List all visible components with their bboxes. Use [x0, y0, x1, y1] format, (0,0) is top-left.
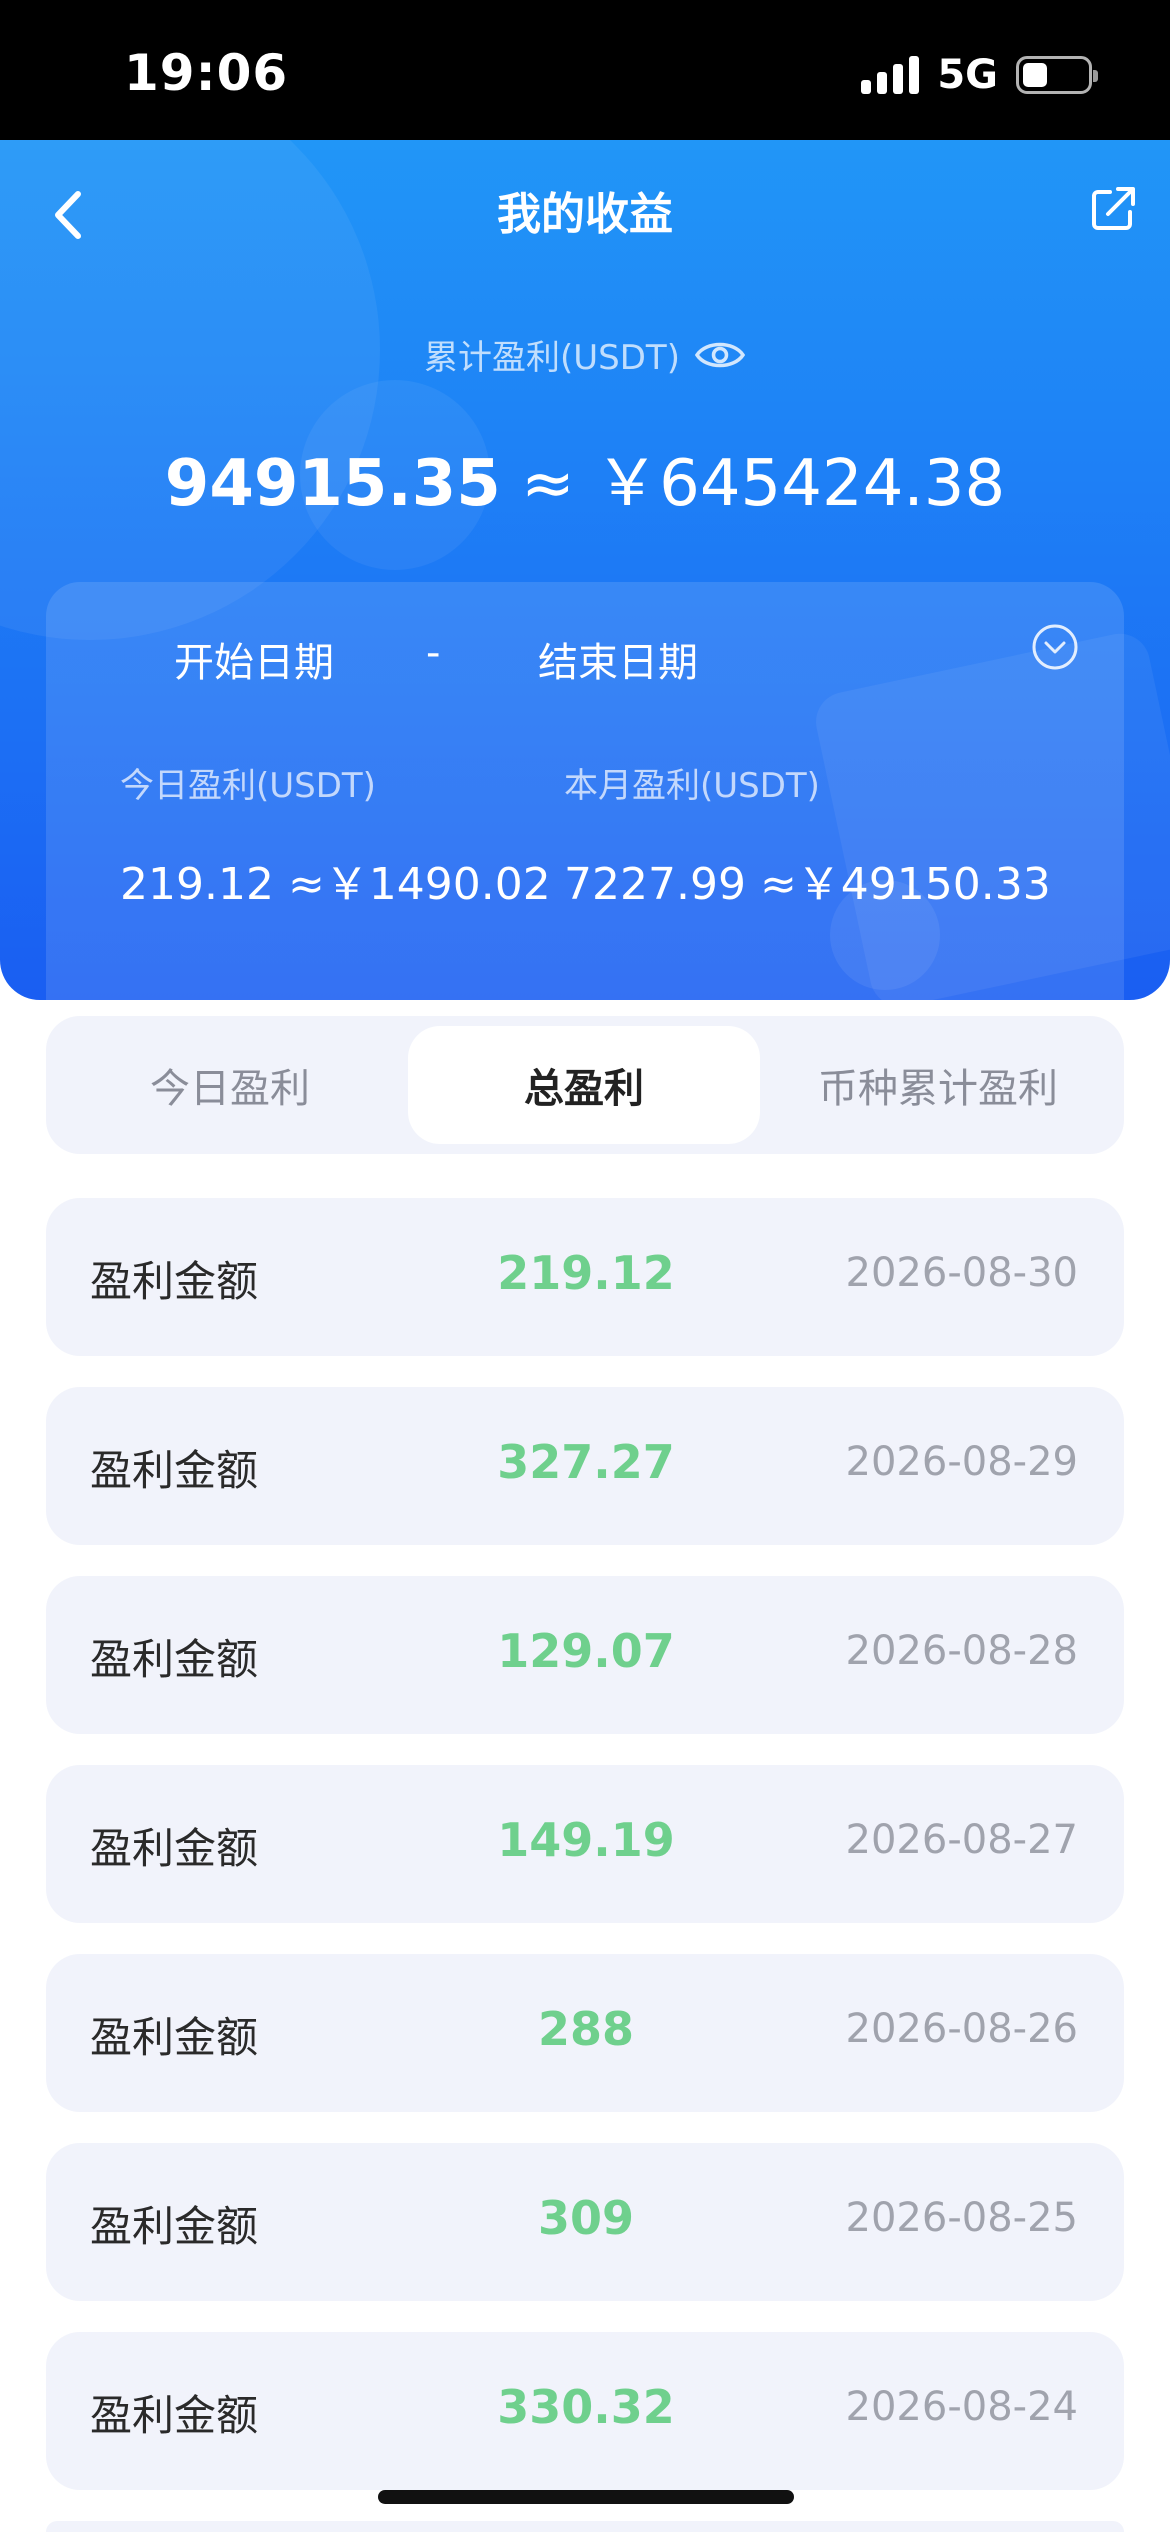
battery-icon: [1016, 56, 1098, 94]
record-amount: 219.12: [497, 1246, 675, 1300]
list-item[interactable]: 盈利金额 129.07 2026-08-28: [46, 1576, 1124, 1734]
record-date: 2026-08-26: [845, 2006, 1078, 2052]
record-amount: 149.19: [497, 1813, 675, 1867]
record-label: 盈利金额: [90, 1635, 259, 1684]
profit-tabs: 今日盈利 总盈利 币种累计盈利: [46, 1016, 1124, 1154]
today-profit-label: 今日盈利(USDT): [120, 766, 376, 806]
eye-icon[interactable]: [694, 337, 746, 373]
record-amount: 330.32: [497, 2380, 675, 2434]
total-profit-value: 94915.35 ≈ ￥645424.38: [0, 432, 1170, 524]
record-label: 盈利金额: [90, 2391, 259, 2440]
tab-total-profit[interactable]: 总盈利: [408, 1026, 760, 1144]
record-date: 2026-08-30: [845, 1250, 1078, 1296]
record-label: 盈利金额: [90, 1824, 259, 1873]
record-date: 2026-08-24: [845, 2384, 1078, 2430]
end-date-field[interactable]: 结束日期: [538, 630, 698, 688]
status-indicators: 5G: [861, 52, 1098, 98]
tab-coin-cumulative-profit[interactable]: 币种累计盈利: [762, 1026, 1114, 1144]
total-profit-usdt: 94915.35: [164, 447, 501, 521]
month-profit-value: 7227.99 ≈￥49150.33: [564, 859, 1051, 910]
record-date: 2026-08-27: [845, 1817, 1078, 1863]
date-range-picker[interactable]: 开始日期 - 结束日期: [46, 630, 1124, 690]
list-item[interactable]: 盈利金额 288 2026-08-26: [46, 1954, 1124, 2112]
date-separator: -: [426, 630, 441, 676]
record-label: 盈利金额: [90, 1257, 259, 1306]
list-item[interactable]: 盈利金额 219.12 2026-08-30: [46, 1198, 1124, 1356]
list-item[interactable]: 盈利金额 327.27 2026-08-29: [46, 1387, 1124, 1545]
approx-sign: ≈: [521, 447, 575, 521]
record-date: 2026-08-25: [845, 2195, 1078, 2241]
record-label: 盈利金额: [90, 2202, 259, 2251]
record-amount: 288: [537, 2002, 635, 2056]
total-profit-label: 累计盈利(USDT): [424, 338, 680, 378]
network-type: 5G: [937, 52, 998, 98]
list-item[interactable]: 盈利金额 309 2026-08-25: [46, 2143, 1124, 2301]
home-indicator[interactable]: [378, 2490, 794, 2504]
total-profit-cny: ￥645424.38: [595, 447, 1006, 521]
chevron-down-circle-icon[interactable]: [1030, 622, 1080, 672]
record-amount: 309: [537, 2191, 635, 2245]
list-item[interactable]: 盈利金额 330.32 2026-08-24: [46, 2332, 1124, 2490]
record-amount: 129.07: [497, 1624, 675, 1678]
record-label: 盈利金额: [90, 1446, 259, 1495]
share-icon[interactable]: [1084, 178, 1144, 238]
today-profit-value: 219.12 ≈￥1490.02: [120, 859, 551, 910]
record-date: 2026-08-28: [845, 1628, 1078, 1674]
record-label: 盈利金额: [90, 2013, 259, 2062]
record-date: 2026-08-29: [845, 1439, 1078, 1485]
status-time: 19:06: [124, 44, 289, 102]
page-title: 我的收益: [497, 189, 673, 240]
list-item-partial: [46, 2521, 1124, 2532]
earnings-header: 我的收益 累计盈利(USDT) 94915.35 ≈ ￥645424.38 开始…: [0, 140, 1170, 1000]
month-profit-label: 本月盈利(USDT): [564, 766, 820, 806]
record-amount: 327.27: [497, 1435, 675, 1489]
date-filter-card: 开始日期 - 结束日期 今日盈利(USDT) 219.12 ≈￥1490.02 …: [46, 582, 1124, 1000]
list-item[interactable]: 盈利金额 149.19 2026-08-27: [46, 1765, 1124, 1923]
signal-icon: [861, 56, 920, 94]
total-profit-label-row: 累计盈利(USDT): [0, 330, 1170, 379]
start-date-field[interactable]: 开始日期: [174, 630, 334, 688]
tab-today-profit[interactable]: 今日盈利: [54, 1026, 406, 1144]
status-bar: 19:06 5G: [0, 0, 1170, 140]
